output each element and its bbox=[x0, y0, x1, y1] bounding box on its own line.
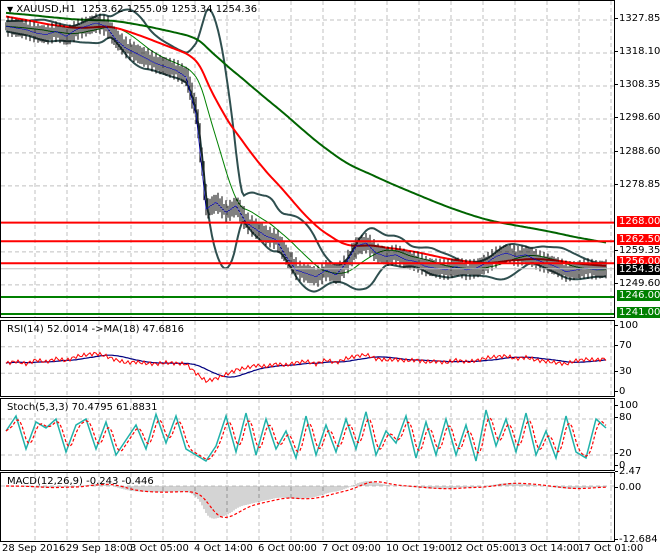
macd-title: MACD(12,26,9) -0.243 -0.446 bbox=[7, 476, 154, 487]
chart-header: ▼ XAUUSD,H1 1253.62 1255.09 1253.34 1254… bbox=[7, 4, 257, 15]
price-tick: 1308.35 bbox=[614, 79, 660, 90]
time-label: 3 Oct 05:00 bbox=[130, 543, 189, 554]
time-label: 29 Sep 18:00 bbox=[66, 543, 133, 554]
bollinger-middle bbox=[5, 25, 607, 274]
rsi-tick: 100 bbox=[614, 320, 639, 331]
level-label: 1241.00 bbox=[617, 306, 660, 318]
time-label: 6 Oct 00:00 bbox=[258, 543, 317, 554]
macd-axis: 2.47 0.00 -12.684 bbox=[614, 466, 660, 545]
level-label: 1262.50 bbox=[617, 234, 660, 246]
stoch-tick: 100 bbox=[614, 400, 639, 411]
high-value: 1255.09 bbox=[126, 4, 169, 15]
price-tick: 1249.60 bbox=[614, 277, 660, 289]
price-close-line bbox=[5, 22, 607, 278]
current-price-label: 1254.36 bbox=[617, 263, 660, 275]
time-label: 17 Oct 01:00 bbox=[578, 543, 644, 554]
price-tick: 1298.60 bbox=[614, 112, 660, 123]
price-tick: 1288.60 bbox=[614, 145, 660, 157]
price-axis: 1268.00 1262.50 1256.00 1246.00 1241.00 1327.… bbox=[614, 0, 660, 318]
stoch-axis: 100 80 20 0 bbox=[614, 398, 660, 471]
time-label: 10 Oct 19:00 bbox=[386, 543, 452, 554]
level-label: 1246.00 bbox=[617, 290, 660, 302]
stoch-main-line bbox=[5, 409, 607, 463]
price-tick: 1327.85 bbox=[614, 13, 660, 24]
time-label: 28 Sep 2016 bbox=[2, 543, 66, 554]
time-label: 4 Oct 14:00 bbox=[194, 543, 253, 554]
rsi-panel[interactable]: RSI(14) 52.0014 ->MA(18) 47.6816 bbox=[0, 320, 615, 397]
rsi-axis: 100 70 30 0 bbox=[614, 320, 660, 397]
symbol-label: XAUUSD,H1 bbox=[16, 4, 76, 15]
price-plot bbox=[1, 1, 614, 317]
main-price-chart[interactable]: ▼ XAUUSD,H1 1253.62 1255.09 1253.34 1254… bbox=[0, 0, 615, 318]
moving-average-slow bbox=[5, 11, 607, 244]
rsi-tick: 70 bbox=[615, 339, 632, 351]
rsi-title: RSI(14) 52.0014 ->MA(18) 47.6816 bbox=[7, 324, 184, 335]
open-value: 1253.62 bbox=[82, 4, 124, 15]
low-value: 1253.34 bbox=[171, 4, 213, 15]
macd-tick: 2.47 bbox=[614, 466, 642, 478]
dropdown-triangle-icon[interactable]: ▼ bbox=[7, 5, 13, 14]
time-label: 12 Oct 05:00 bbox=[450, 543, 516, 554]
moving-average-fast bbox=[5, 15, 607, 267]
stoch-tick: 20 bbox=[615, 448, 632, 459]
time-label: 7 Oct 09:00 bbox=[322, 543, 381, 554]
stoch-title: Stoch(5,3,3) 70.4795 61.8831 bbox=[7, 402, 158, 413]
stoch-tick: 80 bbox=[615, 412, 632, 423]
rsi-tick: 30 bbox=[615, 366, 632, 378]
rsi-ma-line bbox=[5, 354, 606, 378]
price-tick: 1318.10 bbox=[614, 46, 660, 57]
stoch-panel[interactable]: Stoch(5,3,3) 70.4795 61.8831 bbox=[0, 398, 615, 471]
price-tick: 1259.35 bbox=[614, 244, 660, 256]
level-label: 1268.00 bbox=[617, 215, 660, 227]
rsi-tick: 0 bbox=[614, 386, 626, 397]
macd-tick: 0.00 bbox=[614, 482, 642, 493]
price-tick: 1278.85 bbox=[614, 178, 660, 190]
time-label: 13 Oct 14:00 bbox=[514, 543, 580, 554]
macd-panel[interactable]: MACD(12,26,9) -0.243 -0.446 bbox=[0, 472, 615, 542]
close-value: 1254.36 bbox=[215, 4, 258, 15]
